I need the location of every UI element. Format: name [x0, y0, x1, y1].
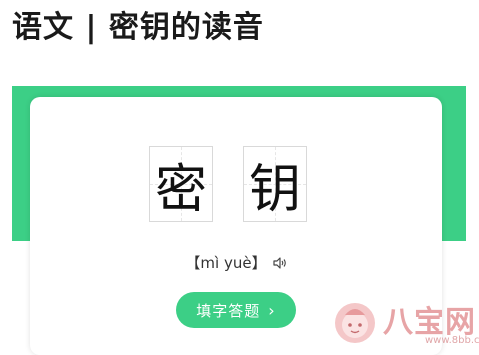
fill-answer-label: 填字答题	[196, 301, 261, 320]
character-1: 密	[154, 159, 207, 220]
watermark: 八宝网 www.8bb.com	[333, 293, 479, 353]
pinyin-row: 【mì yuè】	[30, 252, 442, 273]
character-box-1: 密	[149, 146, 213, 222]
page-title: 语文 | 密钥的读音	[12, 10, 264, 45]
character-box-2: 钥	[243, 146, 307, 222]
fill-answer-button[interactable]: 填字答题 ›	[176, 292, 296, 328]
watermark-url: www.8bb.com	[425, 335, 479, 346]
pinyin-text: 【mì yuè】	[185, 254, 267, 272]
chevron-right-icon: ›	[268, 300, 276, 320]
character-2: 钥	[248, 159, 301, 220]
watermark-logo-icon	[335, 303, 375, 343]
speaker-icon[interactable]	[272, 256, 287, 269]
